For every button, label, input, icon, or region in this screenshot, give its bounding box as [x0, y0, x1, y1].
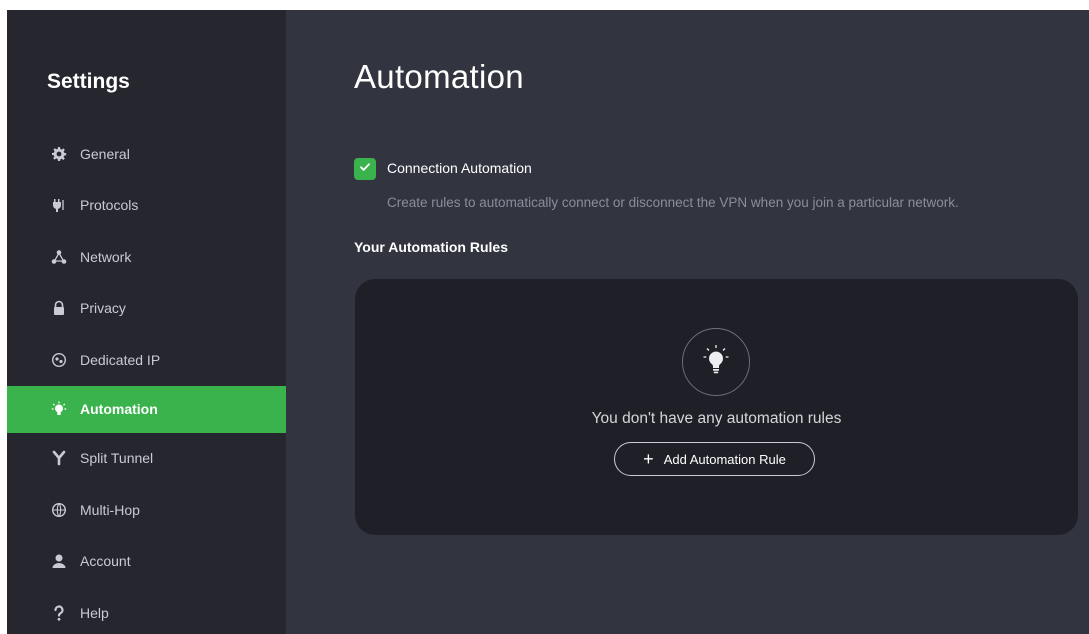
- checkmark-icon: [359, 160, 371, 178]
- sidebar-item-dedicated-ip[interactable]: Dedicated IP: [7, 334, 286, 386]
- network-icon: [51, 249, 67, 265]
- user-icon: [51, 553, 67, 569]
- sidebar-item-help[interactable]: Help: [7, 587, 286, 634]
- main-content: Automation Connection Automation Create …: [286, 10, 1089, 634]
- sidebar-item-label: Help: [80, 604, 109, 621]
- gear-icon: [51, 146, 67, 162]
- sidebar-item-label: Protocols: [80, 197, 139, 214]
- sidebar-item-split-tunnel[interactable]: Split Tunnel: [7, 433, 286, 485]
- lightbulb-icon: [51, 401, 67, 417]
- sidebar-nav: General Protocols Network Privacy Dedica…: [7, 128, 286, 634]
- sidebar-item-multi-hop[interactable]: Multi-Hop: [7, 484, 286, 536]
- lightbulb-icon: [699, 343, 733, 382]
- sidebar-item-label: Network: [80, 248, 132, 265]
- page-title: Automation: [354, 58, 524, 95]
- sidebar-item-account[interactable]: Account: [7, 536, 286, 588]
- connection-automation-description: Create rules to automatically connect or…: [387, 195, 959, 210]
- add-automation-rule-label: Add Automation Rule: [663, 451, 786, 467]
- add-automation-rule-button[interactable]: + Add Automation Rule: [614, 442, 815, 476]
- empty-state-icon-circle: [682, 328, 750, 396]
- empty-state-text: You don't have any automation rules: [591, 410, 842, 427]
- sidebar-item-protocols[interactable]: Protocols: [7, 180, 286, 232]
- sidebar-item-label: General: [80, 145, 130, 162]
- connection-automation-checkbox[interactable]: [354, 158, 376, 180]
- sidebar-item-general[interactable]: General: [7, 128, 286, 180]
- sidebar-item-label: Privacy: [80, 300, 126, 317]
- sidebar-item-label: Split Tunnel: [80, 450, 154, 467]
- sidebar-title: Settings: [47, 70, 130, 93]
- plus-icon: +: [643, 449, 654, 469]
- automation-rules-heading: Your Automation Rules: [354, 239, 508, 255]
- sidebar-item-label: Automation: [80, 401, 158, 417]
- sidebar-item-label: Account: [80, 553, 131, 570]
- sidebar-item-label: Multi-Hop: [80, 501, 140, 518]
- connection-automation-label[interactable]: Connection Automation: [387, 160, 532, 176]
- lock-icon: [51, 300, 67, 316]
- sidebar-item-network[interactable]: Network: [7, 231, 286, 283]
- dedicated-ip-icon: [51, 352, 67, 368]
- automation-rules-panel: You don't have any automation rules + Ad…: [355, 279, 1078, 535]
- plug-icon: [51, 197, 67, 213]
- globe-icon: [51, 502, 67, 518]
- sidebar-item-privacy[interactable]: Privacy: [7, 283, 286, 335]
- split-tunnel-icon: [51, 450, 67, 466]
- sidebar-item-label: Dedicated IP: [80, 351, 161, 368]
- sidebar-item-automation[interactable]: Automation: [7, 385, 286, 433]
- sidebar: Settings General Protocols Network Priva…: [7, 10, 286, 634]
- question-icon: [51, 605, 67, 621]
- app-window: Settings General Protocols Network Priva…: [7, 10, 1089, 634]
